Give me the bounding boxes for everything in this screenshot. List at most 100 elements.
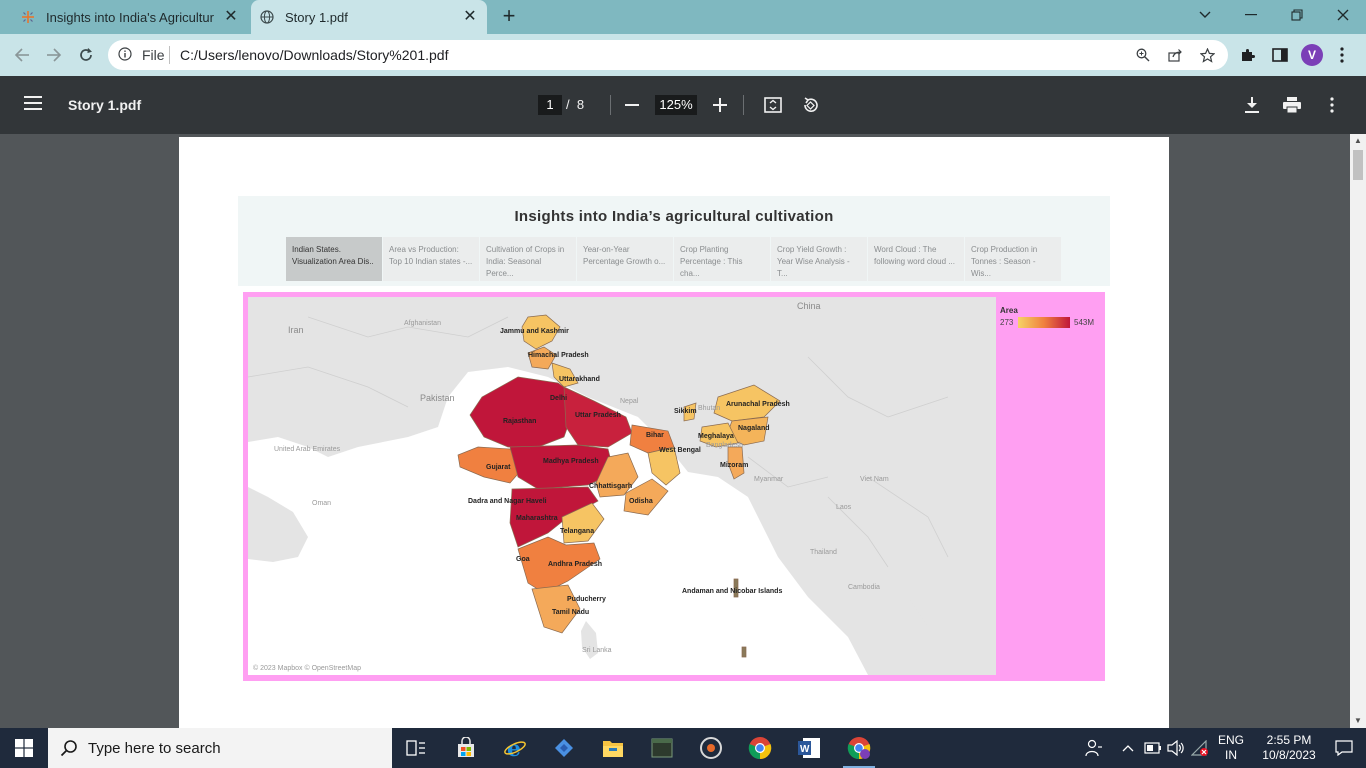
windows-start-icon[interactable] [0, 728, 48, 768]
story-point-2[interactable]: Area vs Production: Top 10 Indian states… [383, 237, 479, 281]
print-icon[interactable] [1280, 93, 1304, 117]
hamburger-menu-icon[interactable] [24, 96, 44, 114]
task-view-icon[interactable] [392, 728, 440, 768]
story-point-3[interactable]: Cultivation of Crops in India: Seasonal … [480, 237, 576, 281]
label-hp: Himachal Pradesh [528, 352, 589, 359]
download-icon[interactable] [1240, 93, 1264, 117]
map-attribution[interactable]: © 2023 Mapbox © OpenStreetMap [253, 664, 361, 672]
label-nepal: Nepal [620, 398, 639, 405]
label-srilanka: Sri Lanka [582, 647, 612, 654]
chrome-active-window-icon[interactable] [835, 728, 883, 768]
taskbar-search-input[interactable]: Type here to search [48, 728, 392, 768]
show-hidden-icons-chevron-up-icon[interactable] [1118, 728, 1138, 768]
forward-arrow-icon[interactable] [42, 43, 66, 67]
pdf-more-kebab-icon[interactable] [1320, 93, 1344, 117]
story-point-6[interactable]: Crop Yield Growth : Year Wise Analysis -… [771, 237, 867, 281]
reload-icon[interactable] [74, 43, 98, 67]
label-sikkim: Sikkim [674, 408, 697, 415]
page-separator: / [566, 97, 570, 112]
address-bar[interactable]: File C:/Users/lenovo/Downloads/Story%201… [108, 40, 1228, 70]
zoom-level-input[interactable]: 125% [655, 95, 697, 115]
close-tab-icon[interactable]: ✕ [461, 8, 479, 26]
vertical-scrollbar[interactable]: ▲ ▼ [1350, 134, 1366, 728]
legend-title: Area [1000, 306, 1018, 315]
scroll-up-arrow-icon[interactable]: ▲ [1353, 136, 1363, 146]
close-window-icon[interactable] [1320, 0, 1366, 30]
label-uk: Uttarakhand [559, 376, 600, 383]
label-cambodia: Cambodia [848, 584, 880, 591]
label-tn: Tamil Nadu [552, 609, 589, 616]
zoom-in-plus-icon[interactable] [708, 93, 732, 117]
story-point-4[interactable]: Year-on-Year Percentage Growth o... [577, 237, 673, 281]
label-mp: Madhya Pradesh [543, 458, 599, 465]
tableau-favicon-icon [20, 9, 36, 25]
label-mizoram: Mizoram [720, 462, 748, 469]
new-tab-plus-icon[interactable]: + [498, 5, 520, 27]
fit-to-page-icon[interactable] [761, 93, 785, 117]
network-disconnected-icon[interactable] [1190, 728, 1210, 768]
story-point-7[interactable]: Word Cloud : The following word cloud ..… [868, 237, 964, 281]
lang-code: ENG [1217, 733, 1244, 747]
label-ap: Andhra Pradesh [548, 561, 602, 568]
address-toolbar: File C:/Users/lenovo/Downloads/Story%201… [0, 34, 1366, 76]
story-point-8[interactable]: Crop Production in Tonnes : Season - Wis… [965, 237, 1061, 281]
profile-avatar[interactable]: V [1301, 44, 1323, 66]
pdf-page: Insights into India’s agricultural culti… [179, 137, 1169, 728]
story-point-5[interactable]: Crop Planting Percentage : This cha... [674, 237, 770, 281]
page-number-input[interactable]: 1 [538, 95, 562, 115]
label-up: Uttar Pradesh [575, 412, 621, 419]
toolbar-divider [743, 95, 744, 115]
label-nagaland: Nagaland [738, 425, 770, 432]
volume-icon[interactable] [1166, 728, 1186, 768]
battery-icon[interactable] [1143, 728, 1163, 768]
clock-time: 2:55 PM [1266, 733, 1312, 747]
tab-insights[interactable]: Insights into India's Agricultural ✕ [12, 0, 248, 34]
close-tab-icon[interactable]: ✕ [222, 8, 240, 26]
share-icon[interactable] [1166, 46, 1184, 64]
rotate-counterclockwise-icon[interactable] [798, 93, 822, 117]
pdf-viewer[interactable]: Insights into India’s agricultural culti… [0, 134, 1350, 728]
terminal-app-icon[interactable] [638, 728, 686, 768]
internet-explorer-icon[interactable]: e [491, 728, 539, 768]
story-point-1[interactable]: Indian States. Visualization Area Dis.. [286, 237, 382, 281]
minimize-icon[interactable] [1228, 0, 1274, 30]
bookmark-star-icon[interactable] [1198, 46, 1216, 64]
power-automate-icon[interactable] [540, 728, 588, 768]
label-arunachal: Arunachal Pradesh [726, 401, 790, 408]
file-explorer-icon[interactable] [589, 728, 637, 768]
extensions-puzzle-icon[interactable] [1238, 45, 1258, 65]
lang-region: IN [1225, 748, 1237, 762]
chrome-menu-kebab-icon[interactable] [1332, 45, 1352, 65]
clock[interactable]: 2:55 PM 10/8/2023 [1254, 733, 1324, 763]
scrollbar-thumb[interactable] [1353, 150, 1363, 180]
search-placeholder: Type here to search [88, 740, 221, 757]
url-text[interactable]: C:/Users/lenovo/Downloads/Story%201.pdf [180, 47, 448, 63]
tab-search-chevron-down-icon[interactable] [1182, 0, 1228, 30]
zoom-out-minus-icon[interactable] [620, 93, 644, 117]
word-icon[interactable]: W [785, 728, 833, 768]
label-uae: United Arab Emirates [274, 446, 341, 453]
india-area-map[interactable]: China Iran Afghanistan Pakistan Nepal Bh… [248, 297, 996, 675]
back-arrow-icon[interactable] [10, 43, 34, 67]
notification-center-icon[interactable] [1322, 728, 1366, 768]
svg-text:e: e [507, 736, 521, 760]
side-panel-icon[interactable] [1270, 45, 1290, 65]
label-bhutan: Bhutan [698, 405, 720, 412]
legend-min: 273 [1000, 318, 1014, 327]
info-icon[interactable] [118, 47, 134, 63]
label-rajasthan: Rajasthan [503, 418, 536, 425]
restore-icon[interactable] [1274, 0, 1320, 30]
scroll-down-arrow-icon[interactable]: ▼ [1353, 716, 1363, 726]
legend-scale: 273 543M [1000, 317, 1100, 329]
zoom-magnifier-icon[interactable] [1134, 46, 1152, 64]
windows-taskbar: Type here to search e W ENG IN 2:55 PM 1… [0, 728, 1366, 768]
input-language-indicator[interactable]: ENG IN [1212, 733, 1250, 763]
microsoft-store-icon[interactable] [442, 728, 490, 768]
tab-story-pdf[interactable]: Story 1.pdf ✕ [251, 0, 487, 34]
search-icon [60, 739, 78, 757]
label-bihar: Bihar [646, 432, 664, 439]
map-svg: China Iran Afghanistan Pakistan Nepal Bh… [248, 297, 996, 675]
people-icon[interactable] [1082, 728, 1106, 768]
media-player-icon[interactable] [687, 728, 735, 768]
chrome-icon[interactable] [736, 728, 784, 768]
